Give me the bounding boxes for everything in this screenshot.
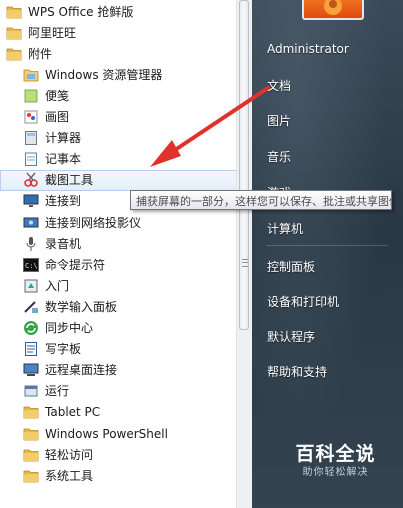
scrollbar-grip-icon <box>242 259 248 267</box>
folder-icon <box>6 4 22 20</box>
program-item[interactable]: 截图工具 <box>0 169 259 191</box>
program-item[interactable]: WPS Office 抢鲜版 <box>0 1 242 22</box>
right-menu-item[interactable]: 计算机 <box>267 220 303 237</box>
scissors-icon <box>23 172 39 188</box>
program-item-label: 计算器 <box>45 131 82 146</box>
program-item[interactable]: 录音机 <box>0 233 259 254</box>
program-item-label: 命令提示符 <box>45 257 106 272</box>
scrollbar-thumb[interactable] <box>239 0 249 330</box>
watermark-subtitle: 助你轻松解决 <box>302 467 369 478</box>
program-item[interactable]: C:\ 命令提示符 <box>0 254 259 275</box>
notepad-icon <box>23 151 39 167</box>
program-item-label: 远程桌面连接 <box>45 363 118 378</box>
snipping-tool-tooltip: 捕获屏幕的一部分，这样您可以保存、批注或共享图像。 <box>130 190 392 210</box>
program-item-label: Windows PowerShell <box>45 426 168 441</box>
folder-icon <box>6 25 22 41</box>
program-item-label: 入门 <box>45 278 70 293</box>
watermark-logo: 百科全说 助你轻松解决 <box>278 442 393 492</box>
program-item[interactable]: Windows 资源管理器 <box>0 64 259 85</box>
explorer-icon <box>23 67 39 83</box>
program-item[interactable]: 轻松访问 <box>0 444 259 465</box>
svg-text:C:\: C:\ <box>25 262 38 270</box>
program-item-label: 轻松访问 <box>45 447 94 462</box>
program-item-label: Windows 资源管理器 <box>45 67 163 82</box>
program-item-label: 阿里旺旺 <box>28 25 77 40</box>
program-item-label: 便笺 <box>45 88 70 103</box>
program-item[interactable]: 计算器 <box>0 128 259 149</box>
program-item[interactable]: 数学输入面板 <box>0 296 259 317</box>
program-item[interactable]: 便笺 <box>0 85 259 106</box>
program-item[interactable]: Tablet PC <box>0 402 259 423</box>
program-item[interactable]: 附件 <box>0 43 242 64</box>
program-item-label: 连接到 <box>45 194 82 209</box>
program-item[interactable]: 画图 <box>0 107 259 128</box>
program-item[interactable]: 连接到网络投影仪 <box>0 212 259 233</box>
right-menu-item[interactable]: 帮助和支持 <box>267 363 327 380</box>
all-programs-pane: WPS Office 抢鲜版 阿里旺旺附件 Windows 资源管理器 便笺画图计算器… <box>0 0 259 508</box>
program-item[interactable]: 记事本 <box>0 149 259 170</box>
folder-icon <box>23 447 39 463</box>
program-item-label: 记事本 <box>45 152 82 167</box>
watermark-title: 百科全说 <box>295 443 376 465</box>
program-item[interactable]: 入门 <box>0 275 259 296</box>
program-item-label: 截图工具 <box>45 173 94 188</box>
wordpad-icon <box>23 341 39 357</box>
right-menu-item[interactable]: 设备和打印机 <box>267 293 339 310</box>
paint-icon <box>23 109 39 125</box>
cmd-icon: C:\ <box>23 257 39 273</box>
remote-desktop-icon <box>23 362 39 378</box>
run-icon <box>23 383 39 399</box>
program-item-label: 画图 <box>45 110 70 124</box>
monitor-icon <box>23 193 39 209</box>
program-item-label: 附件 <box>28 46 53 61</box>
right-menu-separator <box>266 245 388 246</box>
program-item-label: 系统工具 <box>45 468 94 483</box>
calculator-icon <box>23 130 39 146</box>
math-panel-icon <box>23 299 39 315</box>
folder-icon <box>23 404 39 420</box>
getting-started-icon <box>23 278 39 294</box>
program-item[interactable]: 远程桌面连接 <box>0 360 259 381</box>
program-item[interactable]: Windows PowerShell <box>0 423 259 444</box>
program-item[interactable]: 阿里旺旺 <box>0 22 242 43</box>
program-item-label: 数学输入面板 <box>45 299 118 314</box>
folder-icon <box>23 426 39 442</box>
right-menu-item[interactable]: 默认程序 <box>267 328 315 345</box>
right-menu-item[interactable]: Administrator <box>267 42 349 56</box>
scrollbar[interactable] <box>236 0 252 508</box>
right-menu-item[interactable]: 文档 <box>267 77 291 94</box>
right-menu-item[interactable]: 图片 <box>267 112 291 129</box>
microphone-icon <box>23 236 39 252</box>
program-item[interactable]: 运行 <box>0 381 259 402</box>
folder-icon <box>23 468 39 484</box>
program-item-label: 写字板 <box>45 342 82 357</box>
program-item-label: WPS Office 抢鲜版 <box>28 4 134 19</box>
program-item[interactable]: 同步中心 <box>0 318 259 339</box>
program-item[interactable]: 系统工具 <box>0 465 259 486</box>
sticky-notes-icon <box>23 88 39 104</box>
right-menu-item[interactable]: 音乐 <box>267 148 291 165</box>
projector-icon <box>23 215 39 231</box>
user-avatar[interactable] <box>302 0 364 20</box>
right-menu-item[interactable]: 控制面板 <box>267 258 315 275</box>
program-item[interactable]: 写字板 <box>0 339 259 360</box>
program-item-label: Tablet PC <box>45 405 101 420</box>
program-item-label: 连接到网络投影仪 <box>45 215 142 230</box>
program-item-label: 运行 <box>45 384 70 399</box>
program-item-label: 录音机 <box>45 236 82 251</box>
program-item-label: 同步中心 <box>45 321 94 335</box>
folder-icon <box>6 46 22 62</box>
sync-icon <box>23 320 39 336</box>
